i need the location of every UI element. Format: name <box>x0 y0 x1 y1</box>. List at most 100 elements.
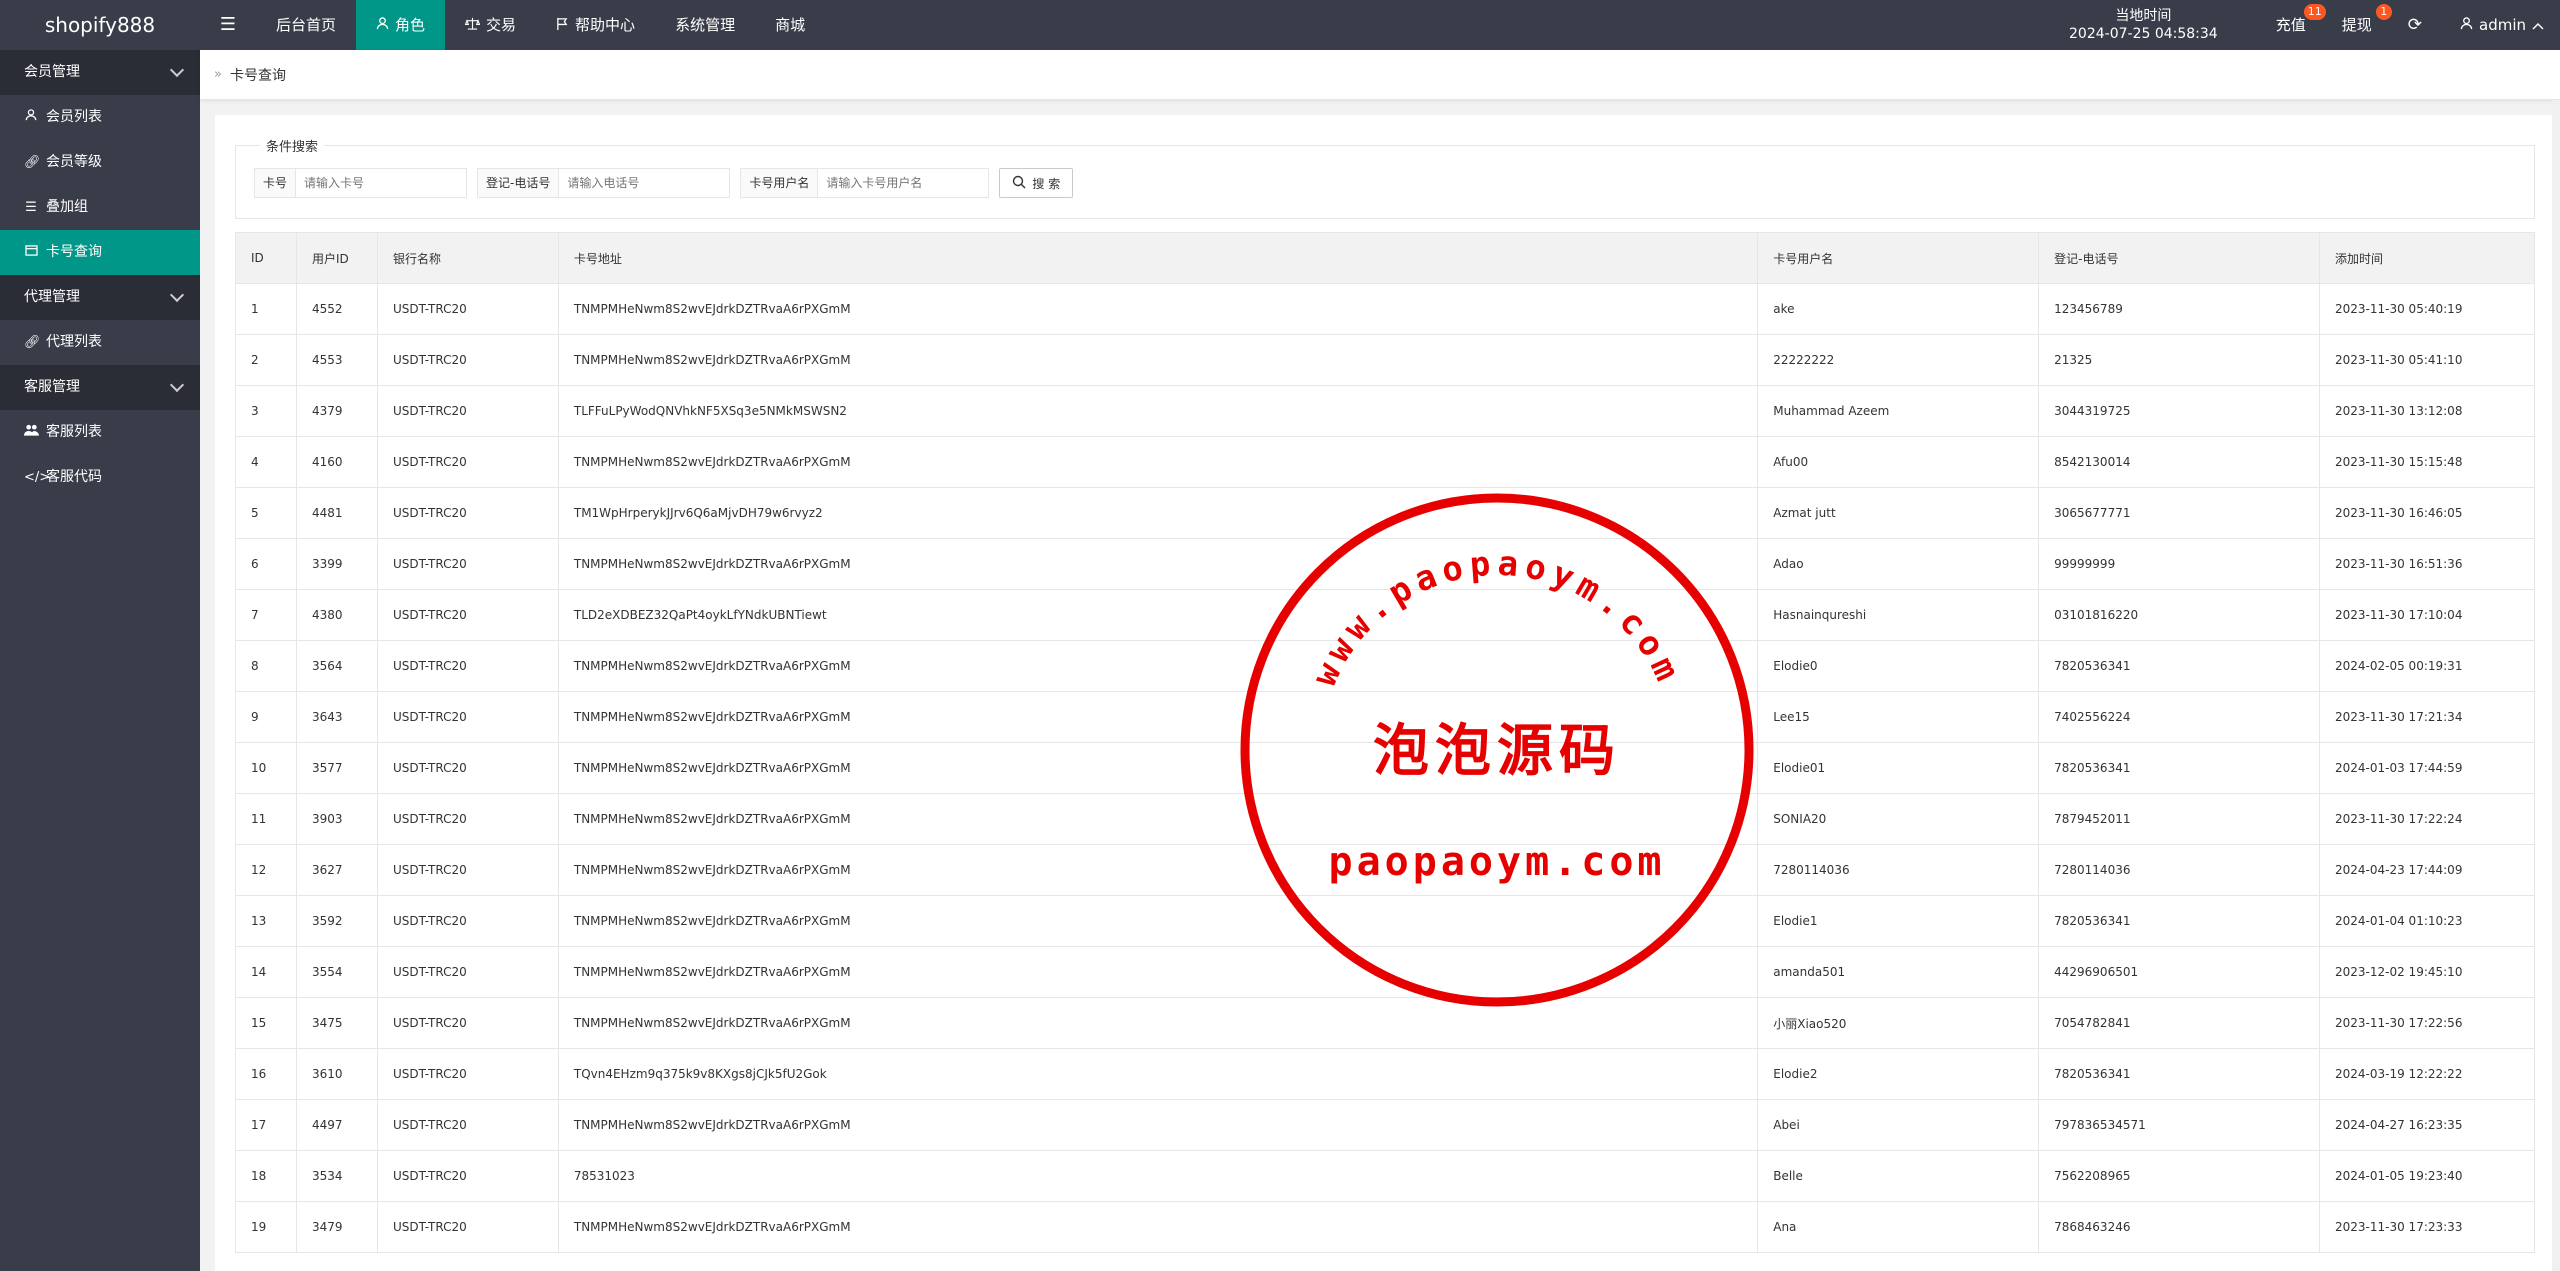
table-cell: TNMPMHeNwm8S2wvEJdrkDZTRvaA6rPXGmM <box>557 844 1759 896</box>
sidebar-group-member[interactable]: 会员管理 <box>0 50 200 95</box>
nav-item-role[interactable]: 角色 <box>356 0 446 50</box>
table-cell: TNMPMHeNwm8S2wvEJdrkDZTRvaA6rPXGmM <box>557 793 1759 845</box>
search-button[interactable]: 搜 索 <box>999 168 1074 198</box>
table-row[interactable]: 11 3903 USDT-TRC20 TNMPMHeNwm8S2wvEJdrkDZTR… <box>235 793 2535 845</box>
table-row[interactable]: 1 4552 USDT-TRC20 TNMPMHeNwm8S2wvEJdrkDZTRv… <box>235 283 2535 335</box>
page-scrollbar[interactable] <box>2552 100 2560 1271</box>
sidebar-item-label: 叠加组 <box>46 199 88 215</box>
table-row[interactable]: 17 4497 USDT-TRC20 TNMPMHeNwm8S2wvEJdrkDZTR… <box>235 1099 2535 1151</box>
nav-item-trade[interactable]: 交易 <box>445 0 536 50</box>
sidebar-item-service-code[interactable]: </> 客服代码 <box>0 455 200 500</box>
menu-icon[interactable]: ☰ <box>200 0 256 50</box>
table-cell: Ana <box>1757 1201 2040 1253</box>
table-cell: 2023-11-30 05:40:19 <box>2319 283 2535 335</box>
scale-icon <box>464 0 481 50</box>
table-row[interactable]: 13 3592 USDT-TRC20 TNMPMHeNwm8S2wvEJdrkDZTR… <box>235 895 2535 947</box>
table-cell: 2023-11-30 17:22:56 <box>2319 997 2535 1049</box>
sidebar-group-agent[interactable]: 代理管理 <box>0 275 200 320</box>
sidebar-group-service[interactable]: 客服管理 <box>0 365 200 410</box>
table-cell: 2024-04-27 16:23:35 <box>2319 1099 2535 1151</box>
table-cell: 3610 <box>295 1048 378 1100</box>
table-cell: 7402556224 <box>2038 691 2320 743</box>
table-cell: USDT-TRC20 <box>376 283 559 335</box>
recharge-badge: 11 <box>2303 4 2326 20</box>
table-cell: 2024-01-05 19:23:40 <box>2319 1150 2535 1202</box>
withdraw-button[interactable]: 提现 1 <box>2324 0 2392 50</box>
table-cell: 4481 <box>295 487 378 539</box>
column-header[interactable]: 卡号用户名 <box>1757 232 2040 284</box>
sidebar-item-card-query[interactable]: 卡号查询 <box>0 230 200 275</box>
recharge-button[interactable]: 充值 11 <box>2258 0 2326 50</box>
table-cell: 14 <box>235 946 297 998</box>
user-menu[interactable]: admin <box>2440 0 2560 50</box>
column-header[interactable]: 银行名称 <box>376 232 559 284</box>
table-cell: USDT-TRC20 <box>376 538 559 590</box>
phone-input[interactable] <box>559 169 730 197</box>
table-cell: 4552 <box>295 283 378 335</box>
table-row[interactable]: 7 4380 USDT-TRC20 TLD2eXDBEZ32QaPt4oykLfYNd… <box>235 589 2535 641</box>
table-row[interactable]: 6 3399 USDT-TRC20 TNMPMHeNwm8S2wvEJdrkDZTRv… <box>235 538 2535 590</box>
column-header[interactable]: 登记-电话号 <box>2038 232 2320 284</box>
table-cell: 8542130014 <box>2038 436 2320 488</box>
column-header[interactable]: 添加时间 <box>2319 232 2535 284</box>
table-row[interactable]: 14 3554 USDT-TRC20 TNMPMHeNwm8S2wvEJdrkDZTR… <box>235 946 2535 998</box>
table-row[interactable]: 10 3577 USDT-TRC20 TNMPMHeNwm8S2wvEJdrkDZTR… <box>235 742 2535 794</box>
nav-item-system[interactable]: 系统管理 <box>655 0 755 50</box>
nav-item-label: 帮助中心 <box>575 16 636 34</box>
chevron-up-icon <box>2532 16 2544 34</box>
sidebar-item-member-level[interactable]: 🔗︎ 会员等级 <box>0 140 200 185</box>
table-row[interactable]: 18 3534 USDT-TRC20 78531023 Belle 7562208965 2… <box>235 1150 2535 1202</box>
table-cell: 78531023 <box>557 1150 1759 1202</box>
table-row[interactable]: 4 4160 USDT-TRC20 TNMPMHeNwm8S2wvEJdrkDZTRv… <box>235 436 2535 488</box>
table-row[interactable]: 3 4379 USDT-TRC20 TLFFuLPyWodQNVhkNF5XSq3e5… <box>235 385 2535 437</box>
main-card: 条件搜索 卡号 登记-电话号 卡号用户名 搜 索 <box>215 115 2555 1271</box>
sidebar-item-label: 会员等级 <box>46 154 102 170</box>
table-row[interactable]: 19 3479 USDT-TRC20 TNMPMHeNwm8S2wvEJdrkDZTR… <box>235 1201 2535 1253</box>
top-nav: ☰ 后台首页 角色 交易 帮助中心 系统管理 商城 <box>200 0 825 50</box>
table-row[interactable]: 8 3564 USDT-TRC20 TNMPMHeNwm8S2wvEJdrkDZTRv… <box>235 640 2535 692</box>
card-username-input[interactable] <box>818 169 989 197</box>
table-cell: 2024-03-19 12:22:22 <box>2319 1048 2535 1100</box>
sidebar-item-member-list[interactable]: 会员列表 <box>0 95 200 140</box>
table-cell: Elodie1 <box>1757 895 2040 947</box>
table-cell: 797836534571 <box>2038 1099 2320 1151</box>
table-cell: Azmat jutt <box>1757 487 2040 539</box>
table-cell: USDT-TRC20 <box>376 691 559 743</box>
table-cell: 12 <box>235 844 297 896</box>
double-chevron-icon: » <box>214 67 222 82</box>
table-cell: 2023-11-30 16:51:36 <box>2319 538 2535 590</box>
refresh-icon[interactable]: ⟳ <box>2390 0 2440 50</box>
column-header[interactable]: ID <box>235 232 297 284</box>
table-row[interactable]: 9 3643 USDT-TRC20 TNMPMHeNwm8S2wvEJdrkDZTRv… <box>235 691 2535 743</box>
table-cell: USDT-TRC20 <box>376 946 559 998</box>
table-row[interactable]: 5 4481 USDT-TRC20 TM1WpHrperykJJrv6Q6aMjvDH… <box>235 487 2535 539</box>
table-cell: 13 <box>235 895 297 947</box>
table-cell: Hasnainqureshi <box>1757 589 2040 641</box>
nav-item-home[interactable]: 后台首页 <box>256 0 356 50</box>
table-cell: Elodie0 <box>1757 640 2040 692</box>
table-cell: Afu00 <box>1757 436 2040 488</box>
table-body: 1 4552 USDT-TRC20 TNMPMHeNwm8S2wvEJdrkDZTRv… <box>235 283 2535 1253</box>
table-cell: 3065677771 <box>2038 487 2320 539</box>
sidebar-item-service-list[interactable]: 客服列表 <box>0 410 200 455</box>
table-row[interactable]: 2 4553 USDT-TRC20 TNMPMHeNwm8S2wvEJdrkDZTRv… <box>235 334 2535 386</box>
table-row[interactable]: 15 3475 USDT-TRC20 TNMPMHeNwm8S2wvEJdrkDZTR… <box>235 997 2535 1049</box>
card-username-label: 卡号用户名 <box>741 169 819 197</box>
column-header[interactable]: 用户ID <box>295 232 378 284</box>
nav-item-mall[interactable]: 商城 <box>755 0 825 50</box>
app-logo[interactable]: shopify888 <box>0 0 200 50</box>
table-cell: SONIA20 <box>1757 793 2040 845</box>
table-cell: 7868463246 <box>2038 1201 2320 1253</box>
column-header[interactable]: 卡号地址 <box>557 232 1759 284</box>
sidebar-item-agent-list[interactable]: 🔗︎ 代理列表 <box>0 320 200 365</box>
list-icon: ☰ <box>25 200 37 215</box>
user-icon <box>2460 16 2473 34</box>
table-cell: 7820536341 <box>2038 640 2320 692</box>
table-row[interactable]: 12 3627 USDT-TRC20 TNMPMHeNwm8S2wvEJdrkDZTR… <box>235 844 2535 896</box>
table-row[interactable]: 16 3610 USDT-TRC20 TQvn4EHzm9q375k9v8KXgs8j… <box>235 1048 2535 1100</box>
table-cell: 7820536341 <box>2038 1048 2320 1100</box>
sidebar-item-overlay-group[interactable]: ☰ 叠加组 <box>0 185 200 230</box>
card-number-input[interactable] <box>296 169 467 197</box>
nav-item-help[interactable]: 帮助中心 <box>536 0 655 50</box>
table-cell: TNMPMHeNwm8S2wvEJdrkDZTRvaA6rPXGmM <box>557 283 1759 335</box>
